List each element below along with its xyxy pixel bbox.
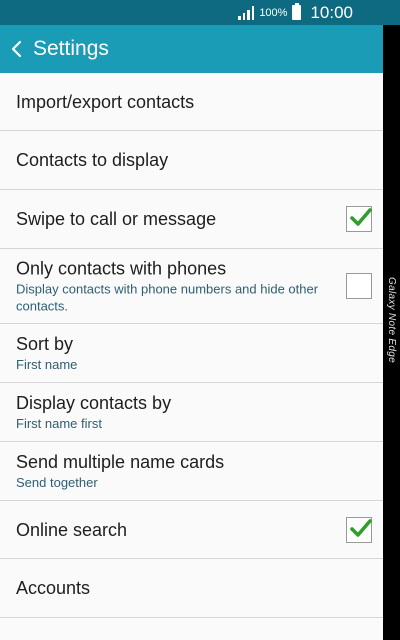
setting-text: Contacts to display bbox=[16, 149, 323, 171]
setting-import-export-contacts[interactable]: Import/export contacts bbox=[0, 73, 383, 131]
settings-list: Import/export contacts Contacts to displ… bbox=[0, 73, 383, 640]
setting-text: Online search bbox=[16, 519, 323, 541]
setting-title: Swipe to call or message bbox=[16, 209, 217, 229]
setting-swipe-to-call[interactable]: Swipe to call or message bbox=[0, 190, 383, 249]
setting-title: Sort by bbox=[16, 334, 74, 354]
setting-title: Only contacts with phones bbox=[16, 258, 227, 279]
setting-title: Contacts to display bbox=[16, 150, 169, 170]
setting-subtitle: First name first bbox=[16, 416, 102, 431]
setting-sort-by[interactable]: Sort by First name bbox=[0, 324, 383, 383]
setting-text: Display contacts by First name first bbox=[16, 392, 323, 432]
device-edge-label: Galaxy Note Edge bbox=[383, 265, 400, 375]
setting-subtitle: Send together bbox=[16, 475, 98, 490]
battery-percent: 100% bbox=[259, 6, 288, 19]
setting-only-contacts-with-phones[interactable]: Only contacts with phones Display contac… bbox=[0, 249, 383, 324]
setting-accounts[interactable]: Accounts bbox=[0, 559, 383, 618]
setting-contacts-to-display[interactable]: Contacts to display bbox=[0, 131, 383, 190]
only-contacts-with-phones-checkbox[interactable] bbox=[346, 273, 372, 299]
status-clock: 10:00 bbox=[310, 2, 353, 22]
app-bar: Settings bbox=[0, 25, 383, 73]
battery-icon bbox=[292, 3, 302, 20]
setting-title: Display contacts by bbox=[16, 393, 172, 413]
setting-title: Online search bbox=[16, 519, 128, 540]
setting-text: Only contacts with phones Display contac… bbox=[16, 258, 323, 315]
online-search-checkbox[interactable] bbox=[346, 516, 372, 543]
setting-title: Import/export contacts bbox=[16, 91, 195, 112]
setting-title: Send multiple name cards bbox=[16, 452, 225, 472]
setting-send-multiple-name-cards[interactable]: Send multiple name cards Send together bbox=[0, 442, 383, 501]
setting-subtitle: First name bbox=[16, 357, 78, 372]
setting-text: Send multiple name cards Send together bbox=[16, 451, 323, 491]
checkmark-icon bbox=[350, 208, 372, 226]
status-bar: 100% 10:00 bbox=[0, 0, 400, 25]
setting-subtitle: Display contacts with phone numbers and … bbox=[16, 281, 319, 314]
setting-text: Swipe to call or message bbox=[16, 208, 323, 230]
status-icons: 100% 10:00 bbox=[238, 0, 353, 25]
page-title[interactable]: Settings bbox=[33, 37, 109, 61]
swipe-to-call-checkbox[interactable] bbox=[346, 206, 372, 232]
setting-online-search[interactable]: Online search bbox=[0, 501, 383, 559]
signal-icon bbox=[238, 5, 255, 20]
setting-text: Sort by First name bbox=[16, 333, 323, 373]
setting-text: Import/export contacts bbox=[16, 91, 323, 113]
setting-title: Accounts bbox=[16, 578, 91, 598]
setting-display-contacts-by[interactable]: Display contacts by First name first bbox=[0, 383, 383, 442]
checkmark-icon bbox=[350, 518, 372, 537]
chevron-left-icon[interactable] bbox=[7, 39, 27, 59]
setting-text: Accounts bbox=[16, 577, 323, 599]
device-model-label: Galaxy Note Edge bbox=[386, 277, 397, 363]
